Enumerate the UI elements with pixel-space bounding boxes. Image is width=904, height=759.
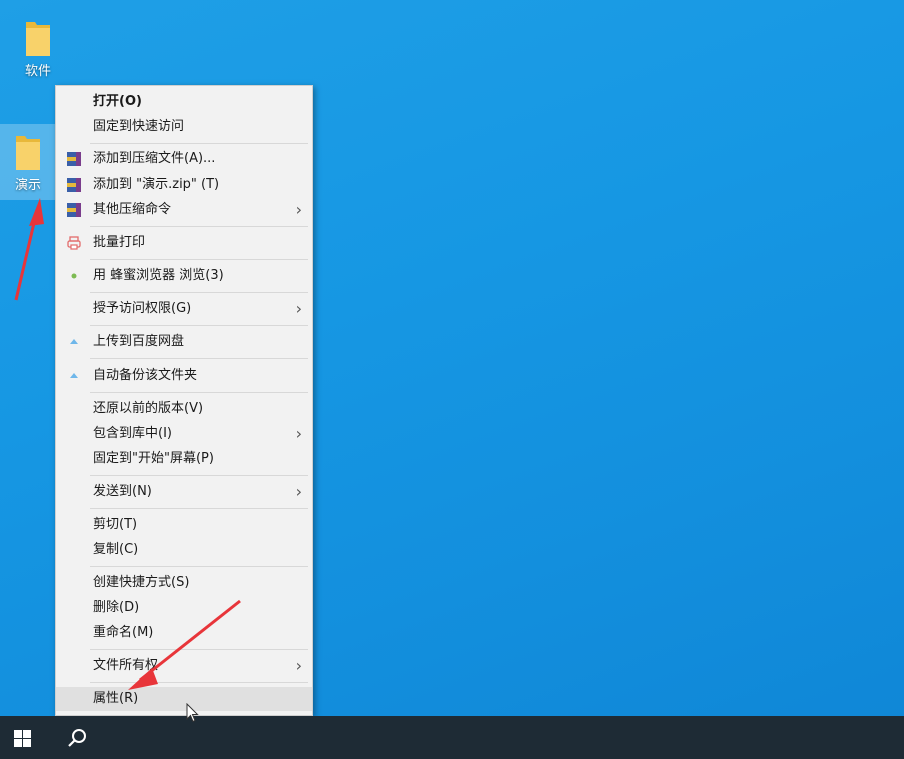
browser-icon (71, 273, 77, 279)
baidu-cloud-icon (70, 373, 78, 378)
menu-item-label: 复制(C) (93, 542, 139, 557)
menu-item-properties[interactable]: 属性(R) (56, 687, 312, 711)
menu-item-open[interactable]: 打开(O) (56, 90, 312, 114)
menu-item-restore-versions[interactable]: 还原以前的版本(V) (56, 397, 312, 421)
chevron-right-icon: › (295, 656, 302, 675)
menu-separator (90, 259, 308, 260)
printer-icon (67, 236, 81, 250)
menu-item-label: 上传到百度网盘 (93, 334, 185, 349)
folder-icon (26, 22, 50, 56)
menu-separator (90, 392, 308, 393)
menu-item-label: 发送到(N) (93, 484, 152, 499)
menu-separator (90, 143, 308, 144)
menu-item-label: 添加到 "演示.zip" (T) (93, 177, 220, 192)
menu-item-pin-quick-access[interactable]: 固定到快速访问 (56, 115, 312, 139)
menu-separator (90, 325, 308, 326)
menu-separator (90, 649, 308, 650)
menu-item-browse-with-browser[interactable]: 用 蜂蜜浏览器 浏览(3) (56, 264, 312, 288)
desktop-icon-software[interactable]: 软件 (16, 18, 60, 79)
menu-separator (90, 358, 308, 359)
windows-start-icon[interactable] (14, 730, 31, 747)
desktop-icon-demo[interactable]: 演示 (0, 124, 56, 200)
menu-item-label: 添加到压缩文件(A)... (93, 151, 216, 166)
menu-item-label: 文件所有权 (93, 658, 159, 673)
context-menu: 打开(O) 固定到快速访问 添加到压缩文件(A)... 添加到 "演示.zip"… (55, 85, 313, 716)
menu-item-label: 删除(D) (93, 600, 140, 615)
chevron-right-icon: › (295, 424, 302, 443)
menu-item-batch-print[interactable]: 批量打印 (56, 231, 312, 255)
winrar-icon (67, 203, 81, 217)
menu-item-delete[interactable]: 删除(D) (56, 596, 312, 620)
menu-separator (90, 682, 308, 683)
menu-item-rename[interactable]: 重命名(M) (56, 621, 312, 645)
menu-item-send-to[interactable]: 发送到(N) › (56, 480, 312, 504)
menu-item-grant-access[interactable]: 授予访问权限(G) › (56, 297, 312, 321)
desktop-icon-label: 演示 (14, 178, 41, 193)
menu-item-label: 创建快捷方式(S) (93, 575, 190, 590)
menu-item-add-to-zip[interactable]: 添加到 "演示.zip" (T) (56, 173, 312, 197)
menu-item-label: 重命名(M) (93, 625, 154, 640)
chevron-right-icon: › (295, 200, 302, 219)
mouse-cursor-icon (186, 703, 199, 723)
menu-item-create-shortcut[interactable]: 创建快捷方式(S) (56, 571, 312, 595)
menu-separator (90, 566, 308, 567)
chevron-right-icon: › (295, 299, 302, 318)
desktop-icon-label: 软件 (24, 64, 51, 79)
menu-separator (90, 226, 308, 227)
menu-item-label: 还原以前的版本(V) (93, 401, 204, 416)
winrar-icon (67, 152, 81, 166)
menu-item-cut[interactable]: 剪切(T) (56, 513, 312, 537)
menu-item-label: 固定到"开始"屏幕(P) (93, 451, 214, 466)
menu-item-label: 包含到库中(I) (93, 426, 172, 441)
menu-item-upload-baidu[interactable]: 上传到百度网盘 (56, 330, 312, 354)
menu-item-copy[interactable]: 复制(C) (56, 538, 312, 562)
red-arrow-annotation-icon (14, 198, 44, 301)
taskbar (0, 716, 904, 759)
menu-item-other-compress[interactable]: 其他压缩命令 › (56, 198, 312, 222)
menu-item-file-ownership[interactable]: 文件所有权 › (56, 654, 312, 678)
menu-item-auto-backup[interactable]: 自动备份该文件夹 (56, 364, 312, 388)
menu-item-label: 批量打印 (93, 235, 146, 250)
menu-item-label: 授予访问权限(G) (93, 301, 192, 316)
menu-item-label: 用 蜂蜜浏览器 浏览(3) (93, 268, 224, 283)
chevron-right-icon: › (295, 482, 302, 501)
menu-separator (90, 292, 308, 293)
winrar-icon (67, 178, 81, 192)
menu-separator (90, 508, 308, 509)
menu-item-pin-start[interactable]: 固定到"开始"屏幕(P) (56, 447, 312, 471)
menu-item-label: 其他压缩命令 (93, 202, 172, 217)
menu-item-label: 剪切(T) (93, 517, 138, 532)
menu-item-label: 固定到快速访问 (93, 119, 185, 134)
menu-item-label: 打开(O) (93, 94, 142, 109)
menu-item-include-library[interactable]: 包含到库中(I) › (56, 422, 312, 446)
baidu-cloud-icon (70, 339, 78, 344)
menu-separator (90, 475, 308, 476)
menu-item-add-to-archive[interactable]: 添加到压缩文件(A)... (56, 147, 312, 171)
folder-icon (16, 136, 40, 170)
search-icon[interactable] (66, 727, 88, 749)
menu-item-label: 自动备份该文件夹 (93, 368, 198, 383)
menu-item-label: 属性(R) (93, 691, 139, 706)
